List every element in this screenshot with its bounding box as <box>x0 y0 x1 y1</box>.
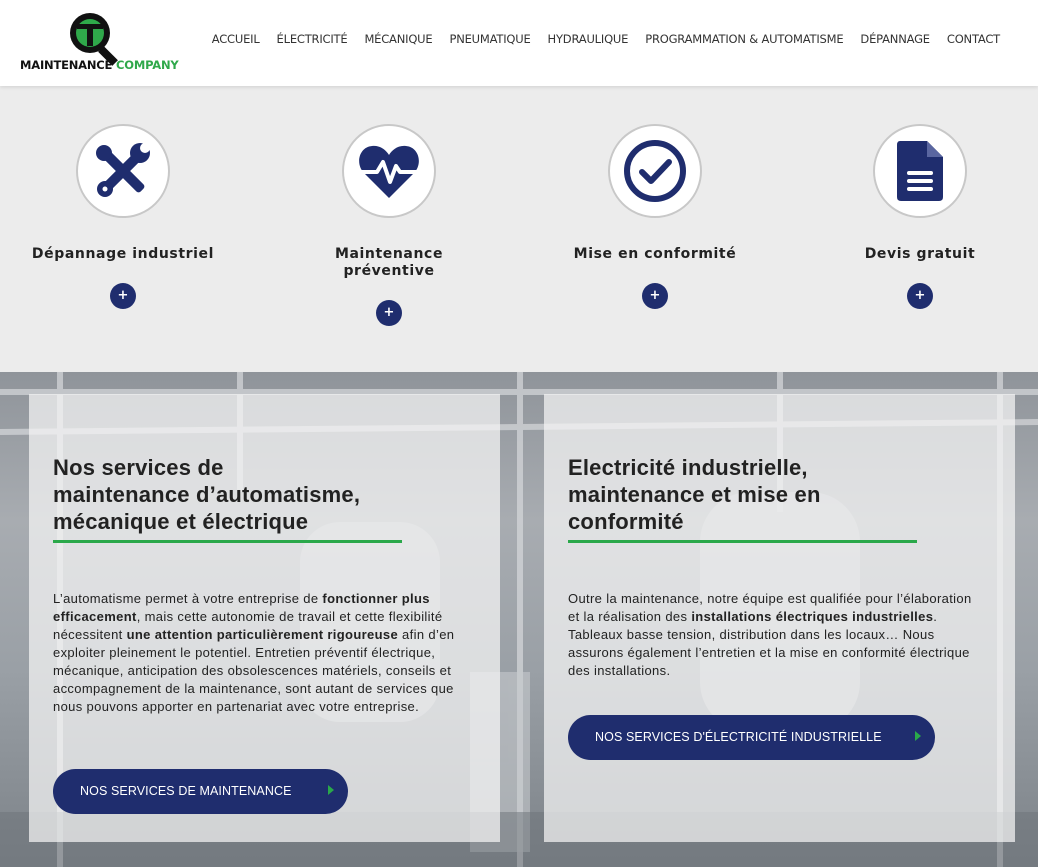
logo-text: MAINTENANCE COMPANY <box>20 58 179 72</box>
service-icon-circle <box>76 124 170 218</box>
main-nav: ACCUEIL ÉLECTRICITÉ MÉCANIQUE PNEUMATIQU… <box>195 32 1000 46</box>
service-devis-gratuit: Devis gratuit + <box>787 124 1038 309</box>
arrow-right-icon <box>915 731 921 741</box>
maintenance-panel: Nos services de maintenance d’automatism… <box>29 394 500 842</box>
service-more-button[interactable]: + <box>376 300 402 326</box>
check-circle-icon <box>624 140 686 202</box>
nav-pneumatique[interactable]: PNEUMATIQUE <box>449 32 530 46</box>
tools-icon <box>96 143 150 197</box>
document-icon <box>897 141 943 201</box>
industrial-section: Nos services de maintenance d’automatism… <box>0 372 1038 867</box>
service-icon-circle <box>873 124 967 218</box>
heartbeat-icon <box>359 145 419 198</box>
service-more-button[interactable]: + <box>110 283 136 309</box>
nav-programmation-automatisme[interactable]: PROGRAMMATION & AUTOMATISME <box>645 32 843 46</box>
site-header: MAINTENANCE COMPANY ACCUEIL ÉLECTRICITÉ … <box>0 0 1038 86</box>
service-title: Mise en conformité <box>573 246 737 262</box>
service-title: Dépannage industriel <box>31 246 215 262</box>
panel-heading: Nos services de maintenance d’automatism… <box>53 455 361 534</box>
green-divider <box>568 540 917 543</box>
service-title: Maintenance préventive <box>334 246 444 279</box>
panel-text: L’automatisme permet à votre entreprise … <box>53 591 455 714</box>
electricity-panel: Electricité industrielle, maintenance et… <box>544 394 1015 842</box>
service-depannage: Dépannage industriel + <box>0 124 256 309</box>
arrow-right-icon <box>328 785 334 795</box>
services-band: Dépannage industriel + Maintenance préve… <box>0 86 1038 372</box>
service-title: Devis gratuit <box>864 246 976 262</box>
service-more-button[interactable]: + <box>907 283 933 309</box>
green-divider <box>53 540 402 543</box>
magnifier-logo-icon <box>70 13 118 66</box>
service-icon-circle <box>608 124 702 218</box>
company-logo[interactable]: MAINTENANCE COMPANY <box>20 6 179 78</box>
service-maintenance-preventive: Maintenance préventive + <box>256 124 522 326</box>
nav-accueil[interactable]: ACCUEIL <box>212 32 260 46</box>
service-mise-en-conformite: Mise en conformité + <box>522 124 788 309</box>
electricity-services-button[interactable]: NOS SERVICES D'ÉLECTRICITÉ INDUSTRIELLE <box>568 715 935 760</box>
panel-heading: Electricité industrielle, maintenance et… <box>568 455 821 534</box>
service-more-button[interactable]: + <box>642 283 668 309</box>
nav-depannage[interactable]: DÉPANNAGE <box>860 32 930 46</box>
panel-text: Outre la maintenance, notre équipe est q… <box>568 591 972 678</box>
nav-mecanique[interactable]: MÉCANIQUE <box>364 32 432 46</box>
nav-electricite[interactable]: ÉLECTRICITÉ <box>277 32 348 46</box>
service-icon-circle <box>342 124 436 218</box>
nav-hydraulique[interactable]: HYDRAULIQUE <box>548 32 629 46</box>
nav-contact[interactable]: CONTACT <box>947 32 1000 46</box>
maintenance-services-button[interactable]: NOS SERVICES DE MAINTENANCE <box>53 769 348 814</box>
